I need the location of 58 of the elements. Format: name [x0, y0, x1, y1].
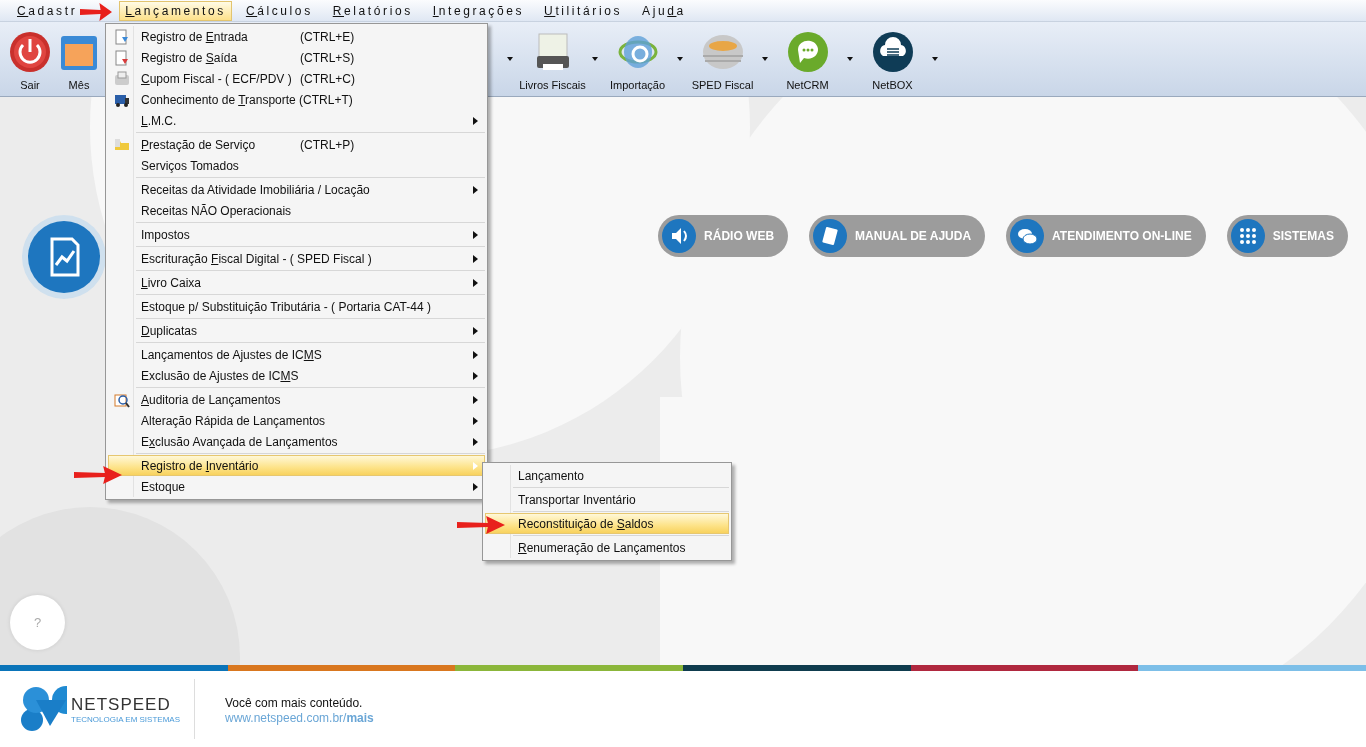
magnifier-icon [114, 392, 130, 408]
chat-bubbles-icon [1010, 219, 1045, 253]
menu-item[interactable]: Prestação de Serviço (CTRL+P) [108, 134, 485, 155]
menu-item[interactable]: Reconstituição de Saldos [485, 513, 729, 534]
brand-name: NETSPEED [71, 694, 172, 715]
truck-icon [114, 92, 130, 108]
menu-item[interactable]: Estoque p/ Substituição Tributária - ( Portaria CAT-44 ) [108, 296, 485, 317]
folder-icon [114, 137, 130, 153]
pointer-arrow-icon [74, 465, 122, 485]
menubar-item[interactable]: Ajud a [636, 0, 692, 21]
menu-item[interactable]: L.M.C. [108, 110, 485, 131]
power-icon [8, 30, 52, 74]
footer-message: Você com mais conteúdo. [225, 696, 363, 710]
menubar-item[interactable]: Utilitários [538, 0, 629, 21]
brand-tagline: TECNOLOGIA EM SISTEMAS [71, 714, 180, 724]
menu-item[interactable]: Registro de Saída (CTRL+S) [108, 47, 485, 68]
grid-dots-icon [1230, 219, 1265, 253]
menu-item[interactable]: Registro de Entrada (CTRL+E) [108, 26, 485, 47]
menubar-item[interactable]: Relatórios [326, 0, 419, 21]
menu-item[interactable]: Livro Caixa [108, 272, 485, 293]
menu-item[interactable]: Alteração Rápida de Lançamentos [108, 410, 485, 431]
menu-item[interactable]: Escrituração Fiscal Digital - ( SPED Fiscal ) [108, 248, 485, 269]
menu-item[interactable]: Receitas da Atividade Imobiliária / Locação [108, 179, 485, 200]
menu-item[interactable]: Estoque [108, 476, 485, 497]
menu-item[interactable]: Conhecimento de Transporte (CTRL+T) [108, 89, 485, 110]
printer-icon [114, 71, 130, 87]
menu-item[interactable]: Lançamento [485, 465, 729, 486]
menu-item[interactable]: Receitas NÃO Operacionais [108, 200, 485, 221]
menu-item[interactable]: Exclusão Avançada de Lançamentos [108, 431, 485, 452]
cloud-icon [870, 30, 915, 74]
menu-item[interactable]: Lançamentos de Ajustes de ICMS [108, 344, 485, 365]
toolbar-button[interactable]: Mês [60, 22, 98, 96]
pointer-arrow-icon [80, 2, 112, 22]
toolbar-button[interactable]: SPED Fiscal [685, 22, 760, 96]
menu-item[interactable]: Registro de Inventário [108, 455, 485, 476]
book-icon [813, 219, 848, 253]
menu-item[interactable]: Auditoria de Lançamentos [108, 389, 485, 410]
menu-item[interactable]: Serviços Tomados [108, 155, 485, 176]
menu-item[interactable]: Transportar Inventário [485, 489, 729, 510]
pointer-arrow-icon [457, 515, 505, 535]
menu-item[interactable]: Renumeração de Lançamentos [485, 537, 729, 558]
menu-item[interactable]: Duplicatas [108, 320, 485, 341]
toolbar-button[interactable]: Importação [600, 22, 675, 96]
menubar-item[interactable]: Lançamentos [119, 0, 232, 21]
chat-bubble-icon [785, 30, 830, 74]
toolbar-button[interactable]: Sair [0, 22, 60, 96]
toolbar-button[interactable]: Livros Fiscais [515, 22, 590, 96]
toolbar-button[interactable]: NetCRM [770, 22, 845, 96]
menu-item[interactable]: Cupom Fiscal - ( ECF/PDV ) (CTRL+C) [108, 68, 485, 89]
toolbar-button[interactable]: NetBOX [855, 22, 930, 96]
menu-item[interactable]: Exclusão de Ajustes de ICMS [108, 365, 485, 386]
menu-item[interactable]: Impostos [108, 224, 485, 245]
logo-icon [20, 686, 68, 732]
menubar-item[interactable]: Cadastr [9, 0, 84, 21]
dropdown-caret-icon [507, 57, 513, 61]
speaker-icon [662, 219, 697, 253]
menubar-item[interactable]: Integrações [426, 0, 531, 21]
menubar-item[interactable]: Cálculos [239, 0, 319, 21]
